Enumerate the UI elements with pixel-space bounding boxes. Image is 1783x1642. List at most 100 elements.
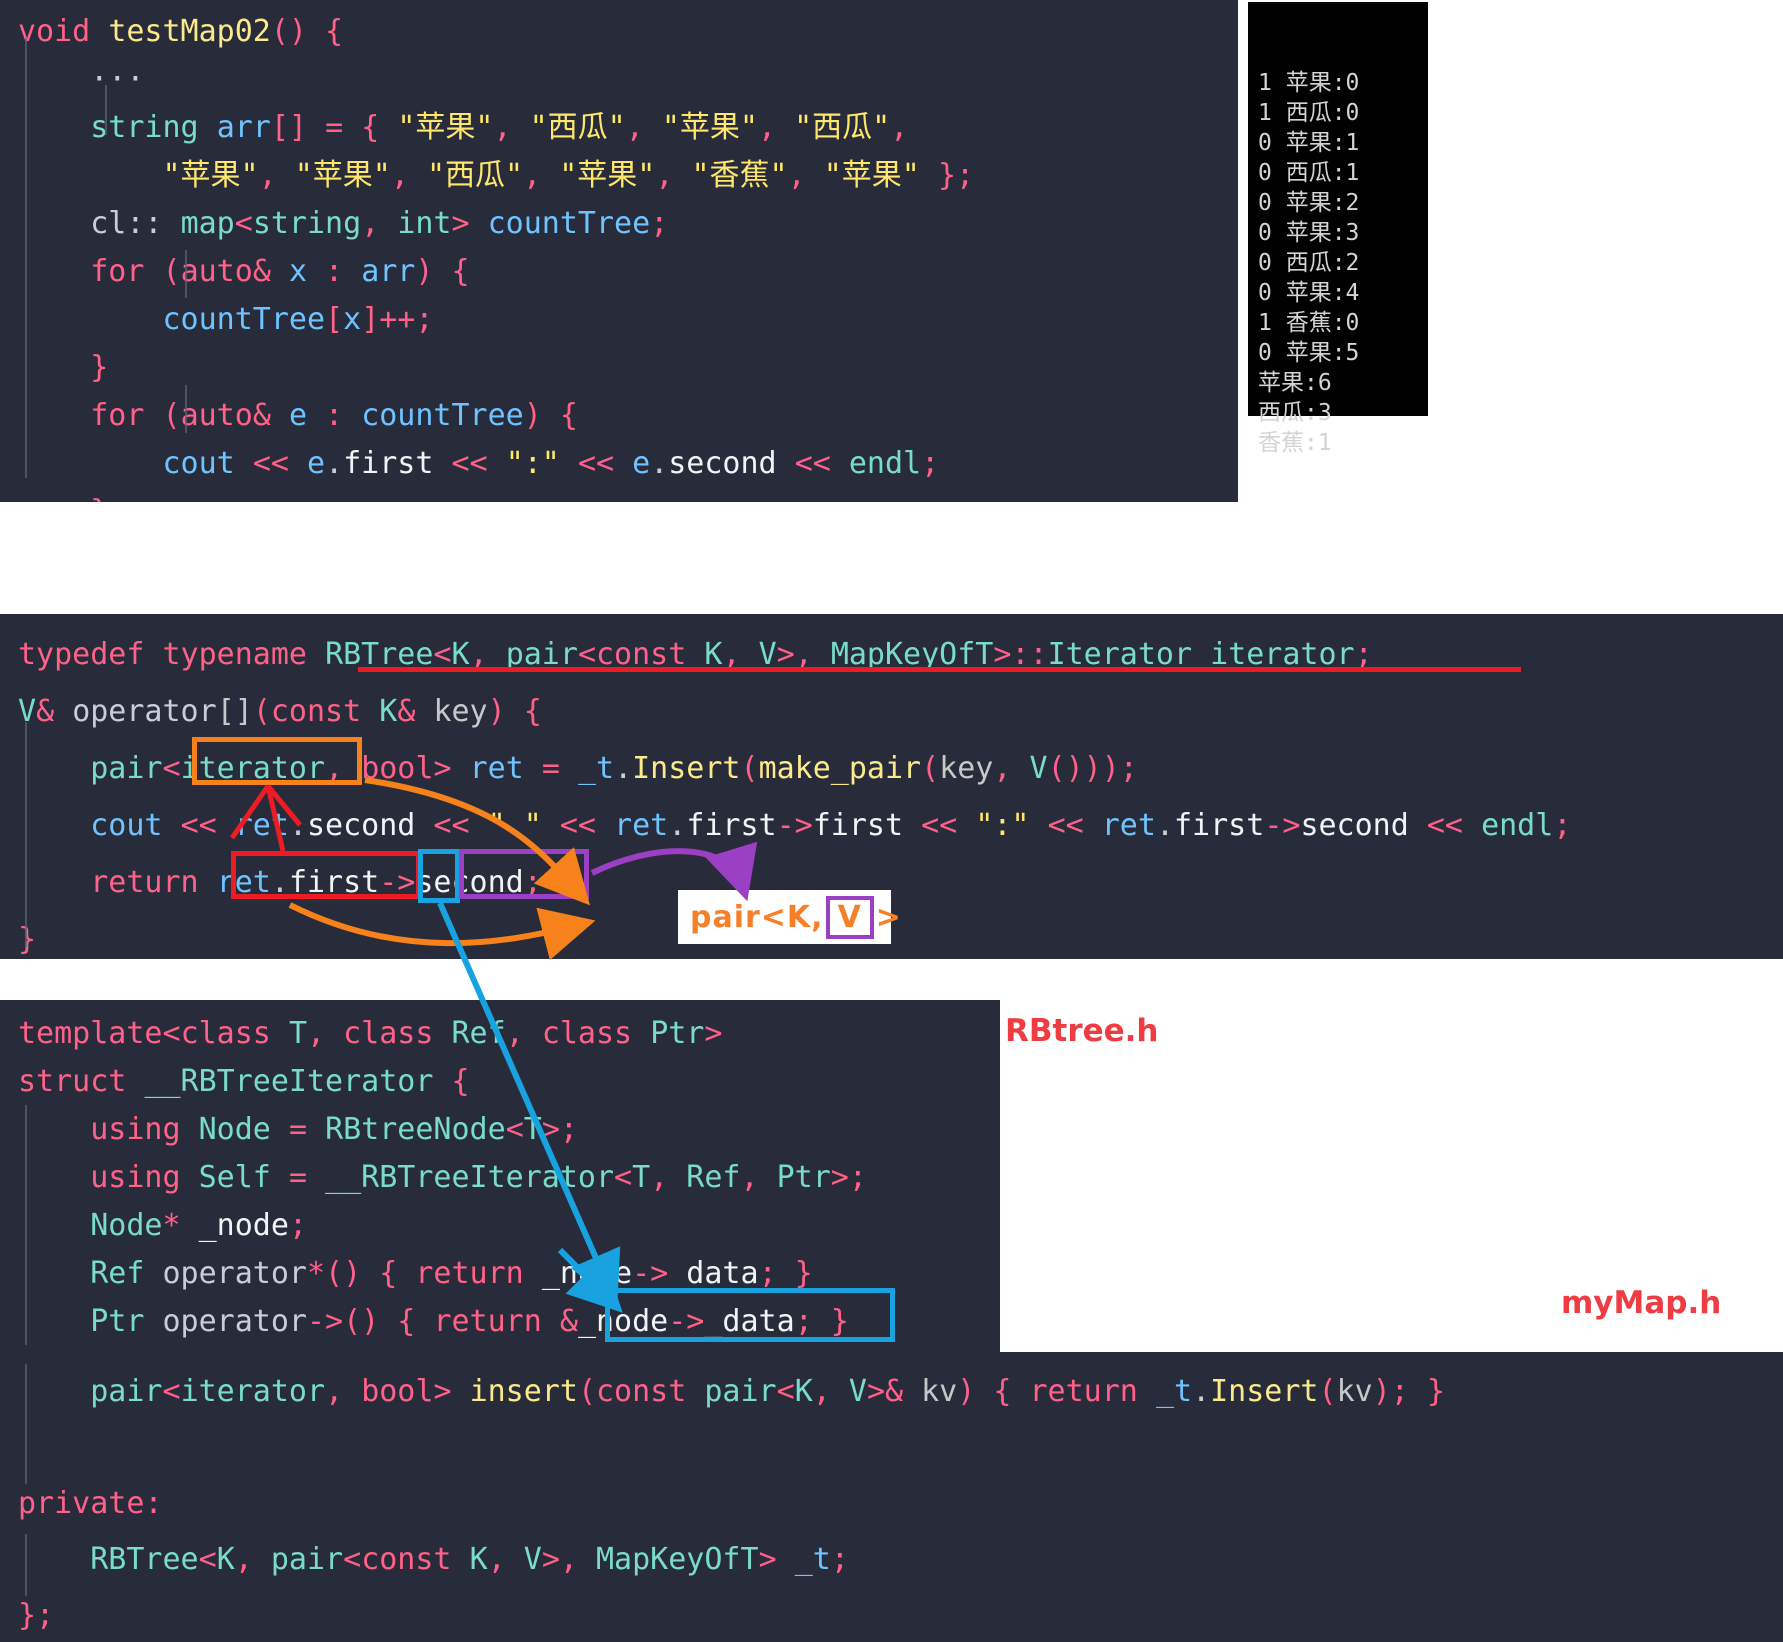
code-token: const [596, 1374, 687, 1409]
code-token: > [451, 206, 488, 241]
code-token: first [288, 865, 380, 900]
code-token: < [343, 1542, 362, 1577]
code-line: void testMap02() { [18, 8, 1238, 56]
terminal-line: 0 苹果:3 [1258, 220, 1360, 246]
code-token: _node [577, 1304, 669, 1339]
code-token: [] [270, 110, 307, 145]
code-token: < [614, 1160, 633, 1195]
terminal-line: 1 香蕉:0 [1258, 310, 1360, 336]
terminal-line: 苹果:6 [1258, 370, 1332, 396]
code-token: T [632, 1160, 651, 1195]
callout-suffix-text: > [875, 899, 902, 935]
top-code-panel: void testMap02() { ··· string arr[] = { … [0, 0, 1238, 502]
code-token: , [757, 110, 776, 145]
code-token: ; [1354, 637, 1373, 672]
code-token: Ptr [776, 1160, 831, 1195]
code-token: = [288, 1160, 307, 1195]
code-line: cout << e.first << ":" << e.second << en… [18, 440, 1238, 488]
code-line: cl:: map<string, int> countTree; [18, 200, 1238, 248]
code-token: , [812, 1374, 849, 1409]
code-token: . [270, 865, 289, 900]
code-token: ; } [794, 1304, 849, 1339]
code-token: < [198, 1542, 217, 1577]
code-token: e [307, 446, 326, 481]
code-token: Insert [1210, 1374, 1319, 1409]
code-line: pair<iterator, bool> insert(const pair<K… [18, 1364, 1783, 1420]
code-token: e [632, 446, 651, 481]
code-token: using [90, 1160, 181, 1195]
code-token: void [18, 14, 91, 49]
code-token: operator [162, 1256, 308, 1291]
code-token: pair [90, 751, 163, 786]
code-token: , [993, 751, 1030, 786]
code-token: ->() { [307, 1304, 434, 1339]
code-token: return [90, 865, 199, 900]
code-token: << [433, 808, 470, 843]
code-token: K [794, 1374, 813, 1409]
callout-prefix-text: pair<K, [690, 899, 824, 935]
code-token: Ref [90, 1256, 145, 1291]
code-token: , [890, 110, 909, 145]
code-token: : [307, 398, 362, 433]
code-token: ":" [975, 808, 1030, 843]
code-token: Node [90, 1208, 163, 1243]
code-token: , [234, 1542, 271, 1577]
code-line: string arr[] = { "苹果", "西瓜", "苹果", "西瓜", [18, 104, 1238, 152]
code-token: V [758, 637, 777, 672]
code-token: kv [1336, 1374, 1373, 1409]
code-token: ++; [379, 302, 434, 337]
code-token: -> [379, 865, 416, 900]
code-token: < [234, 206, 253, 241]
indent-guide [25, 1105, 27, 1345]
indent-guide [25, 1364, 27, 1484]
code-token: = [325, 110, 344, 145]
code-token: < [776, 1374, 795, 1409]
code-token: endl [1481, 808, 1554, 843]
code-token: for [90, 254, 145, 289]
code-token: _t [1155, 1374, 1193, 1409]
code-token: return [1029, 1374, 1138, 1409]
code-token: Ptr [90, 1304, 145, 1339]
indent-guide [185, 385, 187, 433]
code-token: _data [704, 1304, 795, 1339]
code-token: operator [72, 694, 217, 729]
code-token: , [740, 1160, 777, 1195]
code-token: > [433, 751, 470, 786]
terminal-line: 0 苹果:1 [1258, 130, 1360, 156]
code-token: _node [541, 1256, 633, 1291]
code-token: MapKeyOfT [596, 1542, 759, 1577]
code-line: pair<iterator, bool> ret = _t.Insert(mak… [18, 740, 1783, 797]
code-token: private [18, 1486, 145, 1521]
code-token: map [180, 206, 235, 241]
terminal-line: 1 苹果:0 [1258, 70, 1360, 96]
code-token: :: [126, 206, 163, 241]
code-token: cout [90, 808, 163, 843]
code-token: second [668, 446, 777, 481]
code-token: testMap02 [108, 14, 271, 49]
code-token: MapKeyOfT [830, 637, 994, 672]
code-token: "苹果" [661, 110, 758, 145]
code-token: >; [830, 1160, 867, 1195]
code-token: & [252, 254, 271, 289]
